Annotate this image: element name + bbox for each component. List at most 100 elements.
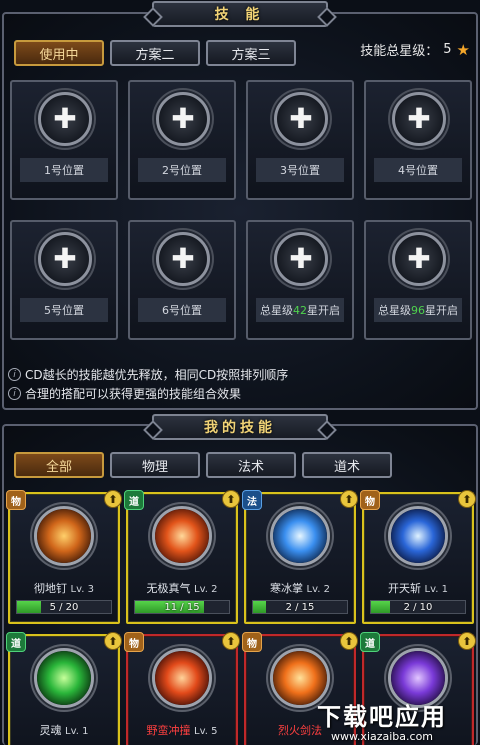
tab-all[interactable]: 全部 — [14, 452, 104, 478]
upgrade-arrow-icon[interactable]: ⬆ — [104, 632, 122, 650]
upgrade-arrow-icon[interactable]: ⬆ — [340, 490, 358, 508]
unlock-prefix: 总星级 — [260, 304, 293, 317]
skill-card[interactable]: 法 ⬆ 寒冰掌 Lv. 2 2 / 15 — [242, 490, 358, 624]
star-icon: ★ — [456, 40, 470, 59]
upgrade-arrow-icon[interactable]: ⬆ — [340, 632, 358, 650]
upgrade-arrow-icon[interactable]: ⬆ — [458, 632, 476, 650]
skill-level: Lv. 2 — [194, 584, 218, 595]
tab-label: 方案三 — [231, 47, 271, 63]
skill-slot-4[interactable]: ✚ 4号位置 — [364, 80, 472, 200]
skill-progress-bar: 2 / 10 — [370, 600, 466, 614]
skill-art-icon — [273, 509, 327, 563]
slot-label: 5号位置 — [20, 298, 108, 322]
watermark: 下载吧应用 www.xiazaiba.com — [294, 697, 470, 743]
skill-card[interactable]: 物 ⬆ 开天斩 Lv. 1 2 / 10 — [360, 490, 476, 624]
progress-text: 11 / 15 — [164, 601, 200, 613]
skill-slot-3[interactable]: ✚ 3号位置 — [246, 80, 354, 200]
tip-line-1: i CD越长的技能越优先释放，相同CD按照排列顺序 — [8, 366, 288, 383]
tip-text: 合理的搭配可以获得更强的技能组合效果 — [25, 387, 242, 401]
plus-icon: ✚ — [53, 242, 77, 275]
slot-ring: ✚ — [392, 92, 446, 146]
skill-icon-ring — [152, 648, 212, 708]
upgrade-arrow-icon[interactable]: ⬆ — [458, 490, 476, 508]
slot-unlock-label: 总星级 96 星开启 — [374, 298, 462, 322]
skill-slot-7-locked[interactable]: ✚ 总星级 42 星开启 — [246, 220, 354, 340]
tab-in-use[interactable]: 使用中 — [14, 40, 104, 66]
tip-line-2: i 合理的搭配可以获得更强的技能组合效果 — [8, 385, 241, 402]
skill-name-text: 开天斩 — [388, 582, 422, 595]
progress-text: 2 / 10 — [403, 601, 433, 613]
skill-level: Lv. 2 — [306, 584, 330, 595]
tab-spell[interactable]: 法术 — [206, 452, 296, 478]
skill-slot-2[interactable]: ✚ 2号位置 — [128, 80, 236, 200]
unlock-suffix: 星开启 — [307, 304, 340, 317]
plus-icon: ✚ — [289, 102, 313, 135]
slot-label: 6号位置 — [138, 298, 226, 322]
skill-progress-bar: 2 / 15 — [252, 600, 348, 614]
skill-icon-ring — [152, 506, 212, 566]
skill-progress-bar: 5 / 20 — [16, 600, 112, 614]
skill-type-badge: 法 — [242, 490, 262, 510]
plus-icon: ✚ — [171, 242, 195, 275]
skill-name-text: 寒冰掌 — [270, 582, 304, 595]
skill-progress-bar: 11 / 15 — [134, 600, 230, 614]
skill-name-text: 野蛮冲撞 — [146, 724, 191, 737]
info-icon: i — [8, 368, 21, 381]
tab-plan-two[interactable]: 方案二 — [110, 40, 200, 66]
skill-name: 彻地钉 Lv. 3 — [14, 580, 114, 596]
skill-card[interactable]: 道 ⬆ 灵魂 Lv. 1 — [6, 632, 122, 745]
skill-name: 野蛮冲撞 Lv. 5 — [132, 722, 232, 738]
skills-title-plate: 技 能 — [152, 1, 328, 27]
skill-type-badge: 道 — [124, 490, 144, 510]
skill-art-icon — [391, 509, 445, 563]
tab-physical[interactable]: 物理 — [110, 452, 200, 478]
skill-card[interactable]: 道 ⬆ 无极真气 Lv. 2 11 / 15 — [124, 490, 240, 624]
skill-slot-5[interactable]: ✚ 5号位置 — [10, 220, 118, 340]
upgrade-arrow-icon[interactable]: ⬆ — [104, 490, 122, 508]
star-total-label: 技能总星级： — [360, 44, 439, 59]
skill-art-icon — [155, 651, 209, 705]
section-title: 我的技能 — [204, 420, 276, 436]
skill-icon-ring — [388, 506, 448, 566]
skill-art-icon — [37, 651, 91, 705]
plus-icon: ✚ — [407, 242, 431, 275]
tab-label: 使用中 — [39, 47, 79, 63]
skill-card[interactable]: 物 ⬆ 野蛮冲撞 Lv. 5 — [124, 632, 240, 745]
skill-slot-6[interactable]: ✚ 6号位置 — [128, 220, 236, 340]
tip-text: CD越长的技能越优先释放，相同CD按照排列顺序 — [25, 368, 289, 382]
skill-slot-8-locked[interactable]: ✚ 总星级 96 星开启 — [364, 220, 472, 340]
total-star-level: 技能总星级： 5 ★ — [360, 40, 470, 60]
skill-name-text: 无极真气 — [146, 582, 191, 595]
skill-name: 开天斩 Lv. 1 — [368, 580, 468, 596]
skill-art-icon — [155, 509, 209, 563]
skill-name: 无极真气 Lv. 2 — [132, 580, 232, 596]
progress-text: 2 / 15 — [285, 601, 315, 613]
tab-taoism[interactable]: 道术 — [302, 452, 392, 478]
skill-type-badge: 物 — [242, 632, 262, 652]
slot-ring: ✚ — [156, 92, 210, 146]
tab-plan-three[interactable]: 方案三 — [206, 40, 296, 66]
tab-label: 物理 — [141, 459, 168, 475]
skill-icon-ring — [34, 506, 94, 566]
skill-slot-1[interactable]: ✚ 1号位置 — [10, 80, 118, 200]
unlock-star-count: 42 — [293, 303, 307, 317]
skill-card[interactable]: 物 ⬆ 彻地钉 Lv. 3 5 / 20 — [6, 490, 122, 624]
skill-type-badge: 物 — [360, 490, 380, 510]
skill-name-text: 彻地钉 — [34, 582, 68, 595]
tab-label: 法术 — [237, 459, 264, 475]
tab-label: 全部 — [45, 459, 72, 475]
tab-label: 道术 — [333, 459, 360, 475]
upgrade-arrow-icon[interactable]: ⬆ — [222, 490, 240, 508]
plus-icon: ✚ — [53, 102, 77, 135]
slot-ring: ✚ — [392, 232, 446, 286]
skill-type-badge: 道 — [360, 632, 380, 652]
plus-icon: ✚ — [171, 102, 195, 135]
plus-icon: ✚ — [407, 102, 431, 135]
progress-text: 5 / 20 — [49, 601, 79, 613]
info-icon: i — [8, 387, 21, 400]
slot-unlock-label: 总星级 42 星开启 — [256, 298, 344, 322]
tab-label: 方案二 — [135, 47, 175, 63]
upgrade-arrow-icon[interactable]: ⬆ — [222, 632, 240, 650]
skill-slots-panel — [2, 12, 478, 410]
slot-ring: ✚ — [38, 92, 92, 146]
